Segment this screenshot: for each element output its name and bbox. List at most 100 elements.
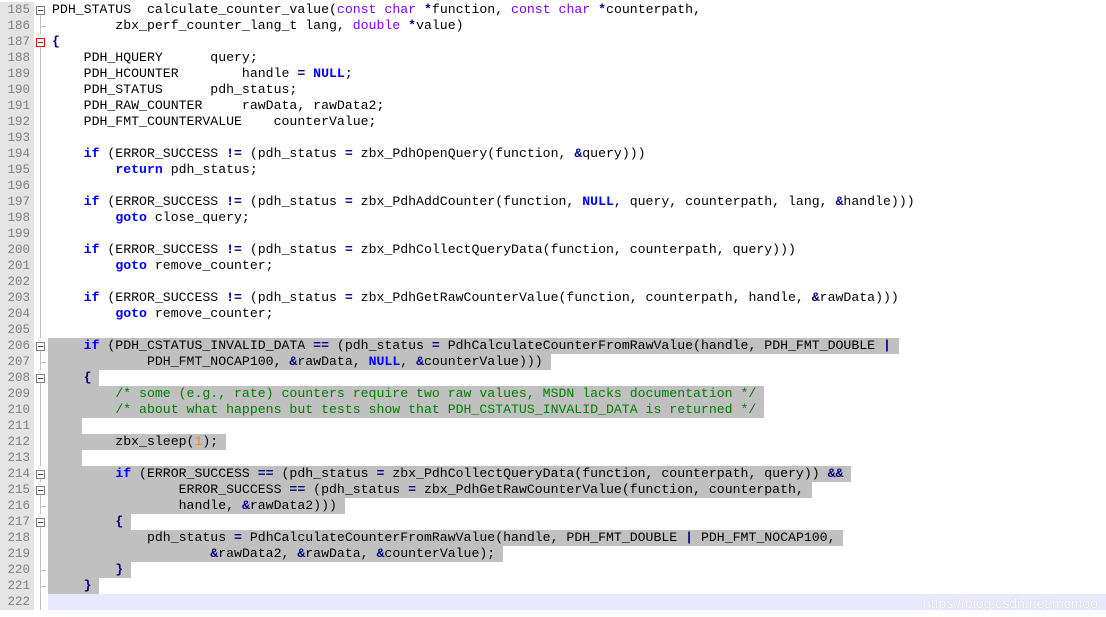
code-line[interactable]: 189 PDH_HCOUNTER handle = NULL;: [0, 66, 1106, 82]
code-text[interactable]: if (ERROR_SUCCESS != (pdh_status = zbx_P…: [48, 194, 1106, 210]
code-text[interactable]: handle, &rawData2))): [48, 498, 1106, 514]
code-token: counterValue))): [423, 354, 543, 369]
code-tokens: if (ERROR_SUCCESS == (pdh_status = zbx_P…: [52, 466, 843, 481]
code-text[interactable]: [48, 178, 1106, 194]
code-text[interactable]: goto close_query;: [48, 210, 1106, 226]
fold-margin[interactable]: [34, 34, 48, 50]
code-text[interactable]: }: [48, 578, 1106, 594]
code-line[interactable]: 218 pdh_status = PdhCalculateCounterFrom…: [0, 530, 1106, 546]
code-line[interactable]: 217 {: [0, 514, 1106, 530]
code-text[interactable]: if (ERROR_SUCCESS != (pdh_status = zbx_P…: [48, 290, 1106, 306]
code-text[interactable]: [48, 226, 1106, 242]
code-text[interactable]: [48, 418, 1106, 434]
code-text[interactable]: PDH_RAW_COUNTER rawData, rawData2;: [48, 98, 1106, 114]
code-line[interactable]: 197 if (ERROR_SUCCESS != (pdh_status = z…: [0, 194, 1106, 210]
fold-margin[interactable]: [34, 482, 48, 498]
code-tokens: PDH_FMT_COUNTERVALUE counterValue;: [52, 114, 377, 129]
fold-toggle-icon[interactable]: [36, 486, 45, 495]
fold-margin[interactable]: [34, 2, 48, 18]
code-line[interactable]: 194 if (ERROR_SUCCESS != (pdh_status = z…: [0, 146, 1106, 162]
code-text[interactable]: if (ERROR_SUCCESS != (pdh_status = zbx_P…: [48, 146, 1106, 162]
code-line[interactable]: 187 {: [0, 34, 1106, 50]
code-line[interactable]: 196: [0, 178, 1106, 194]
code-line[interactable]: 188 PDH_HQUERY query;: [0, 50, 1106, 66]
code-line[interactable]: 207 PDH_FMT_NOCAP100, &rawData, NULL, &c…: [0, 354, 1106, 370]
fold-toggle-icon[interactable]: [36, 470, 45, 479]
code-tokens: if (ERROR_SUCCESS != (pdh_status = zbx_P…: [52, 290, 899, 305]
code-text[interactable]: [48, 322, 1106, 338]
code-text[interactable]: PDH_STATUS pdh_status;: [48, 82, 1106, 98]
code-text[interactable]: [48, 130, 1106, 146]
code-line[interactable]: 201 goto remove_counter;: [0, 258, 1106, 274]
code-line[interactable]: 199: [0, 226, 1106, 242]
code-text[interactable]: ERROR_SUCCESS == (pdh_status = zbx_PdhGe…: [48, 482, 1106, 498]
code-line[interactable]: 210 /* about what happens but tests show…: [0, 402, 1106, 418]
code-line[interactable]: 205: [0, 322, 1106, 338]
code-line[interactable]: 219 &rawData2, &rawData, &counterValue);: [0, 546, 1106, 562]
fold-margin[interactable]: [34, 338, 48, 354]
code-line[interactable]: 200 if (ERROR_SUCCESS != (pdh_status = z…: [0, 242, 1106, 258]
fold-toggle-icon[interactable]: [36, 6, 45, 15]
code-line[interactable]: 213: [0, 450, 1106, 466]
code-line[interactable]: 214 if (ERROR_SUCCESS == (pdh_status = z…: [0, 466, 1106, 482]
code-line[interactable]: 186 zbx_perf_counter_lang_t lang, double…: [0, 18, 1106, 34]
fold-toggle-icon[interactable]: [36, 374, 45, 383]
code-line[interactable]: 192 PDH_FMT_COUNTERVALUE counterValue;: [0, 114, 1106, 130]
fold-margin[interactable]: [34, 370, 48, 386]
code-text[interactable]: goto remove_counter;: [48, 306, 1106, 322]
code-line[interactable]: 202: [0, 274, 1106, 290]
code-text[interactable]: if (ERROR_SUCCESS == (pdh_status = zbx_P…: [48, 466, 1106, 482]
code-token: |: [883, 338, 891, 353]
code-text[interactable]: pdh_status = PdhCalculateCounterFromRawV…: [48, 530, 1106, 546]
code-text[interactable]: if (ERROR_SUCCESS != (pdh_status = zbx_P…: [48, 242, 1106, 258]
code-line[interactable]: 193: [0, 130, 1106, 146]
fold-margin[interactable]: [34, 466, 48, 482]
code-text[interactable]: &rawData2, &rawData, &counterValue);: [48, 546, 1106, 562]
code-line[interactable]: 206 if (PDH_CSTATUS_INVALID_DATA == (pdh…: [0, 338, 1106, 354]
code-line[interactable]: 198 goto close_query;: [0, 210, 1106, 226]
code-line[interactable]: 212 zbx_sleep(1);: [0, 434, 1106, 450]
code-text[interactable]: PDH_STATUS calculate_counter_value(const…: [48, 2, 1106, 18]
code-editor[interactable]: 185 PDH_STATUS calculate_counter_value(co…: [0, 2, 1106, 617]
code-line[interactable]: 215 ERROR_SUCCESS == (pdh_status = zbx_P…: [0, 482, 1106, 498]
code-line[interactable]: 185 PDH_STATUS calculate_counter_value(co…: [0, 2, 1106, 18]
code-text[interactable]: PDH_HCOUNTER handle = NULL;: [48, 66, 1106, 82]
code-text[interactable]: }: [48, 562, 1106, 578]
code-line[interactable]: 220 }: [0, 562, 1106, 578]
code-text[interactable]: zbx_perf_counter_lang_t lang, double *va…: [48, 18, 1106, 34]
code-text[interactable]: zbx_sleep(1);: [48, 434, 1106, 450]
code-line[interactable]: 191 PDH_RAW_COUNTER rawData, rawData2;: [0, 98, 1106, 114]
line-number: 194: [0, 146, 34, 162]
code-text[interactable]: [48, 274, 1106, 290]
code-text[interactable]: /* some (e.g., rate) counters require tw…: [48, 386, 1106, 402]
code-text[interactable]: [48, 450, 1106, 466]
code-text[interactable]: {: [48, 34, 1106, 50]
code-line[interactable]: 203 if (ERROR_SUCCESS != (pdh_status = z…: [0, 290, 1106, 306]
code-text[interactable]: if (PDH_CSTATUS_INVALID_DATA == (pdh_sta…: [48, 338, 1106, 354]
fold-toggle-icon[interactable]: [36, 518, 45, 527]
fold-toggle-icon[interactable]: [36, 342, 45, 351]
code-text[interactable]: PDH_FMT_NOCAP100, &rawData, NULL, &count…: [48, 354, 1106, 370]
code-text[interactable]: goto remove_counter;: [48, 258, 1106, 274]
code-text[interactable]: PDH_FMT_COUNTERVALUE counterValue;: [48, 114, 1106, 130]
fold-toggle-icon[interactable]: [36, 38, 45, 47]
code-line[interactable]: 204 goto remove_counter;: [0, 306, 1106, 322]
code-text[interactable]: /* about what happens but tests show tha…: [48, 402, 1106, 418]
code-text[interactable]: return pdh_status;: [48, 162, 1106, 178]
code-line[interactable]: 221 }: [0, 578, 1106, 594]
code-text[interactable]: {: [48, 514, 1106, 530]
code-line[interactable]: 190 PDH_STATUS pdh_status;: [0, 82, 1106, 98]
code-line[interactable]: 211: [0, 418, 1106, 434]
fold-margin[interactable]: [34, 514, 48, 530]
code-line[interactable]: 209 /* some (e.g., rate) counters requir…: [0, 386, 1106, 402]
code-text[interactable]: {: [48, 370, 1106, 386]
code-text[interactable]: PDH_HQUERY query;: [48, 50, 1106, 66]
code-line[interactable]: 216 handle, &rawData2))): [0, 498, 1106, 514]
code-line[interactable]: 195 return pdh_status;: [0, 162, 1106, 178]
code-token: PDH_HQUERY query;: [52, 50, 258, 65]
code-line[interactable]: 208 {: [0, 370, 1106, 386]
code-token: /* about what happens but tests show tha…: [115, 402, 757, 417]
